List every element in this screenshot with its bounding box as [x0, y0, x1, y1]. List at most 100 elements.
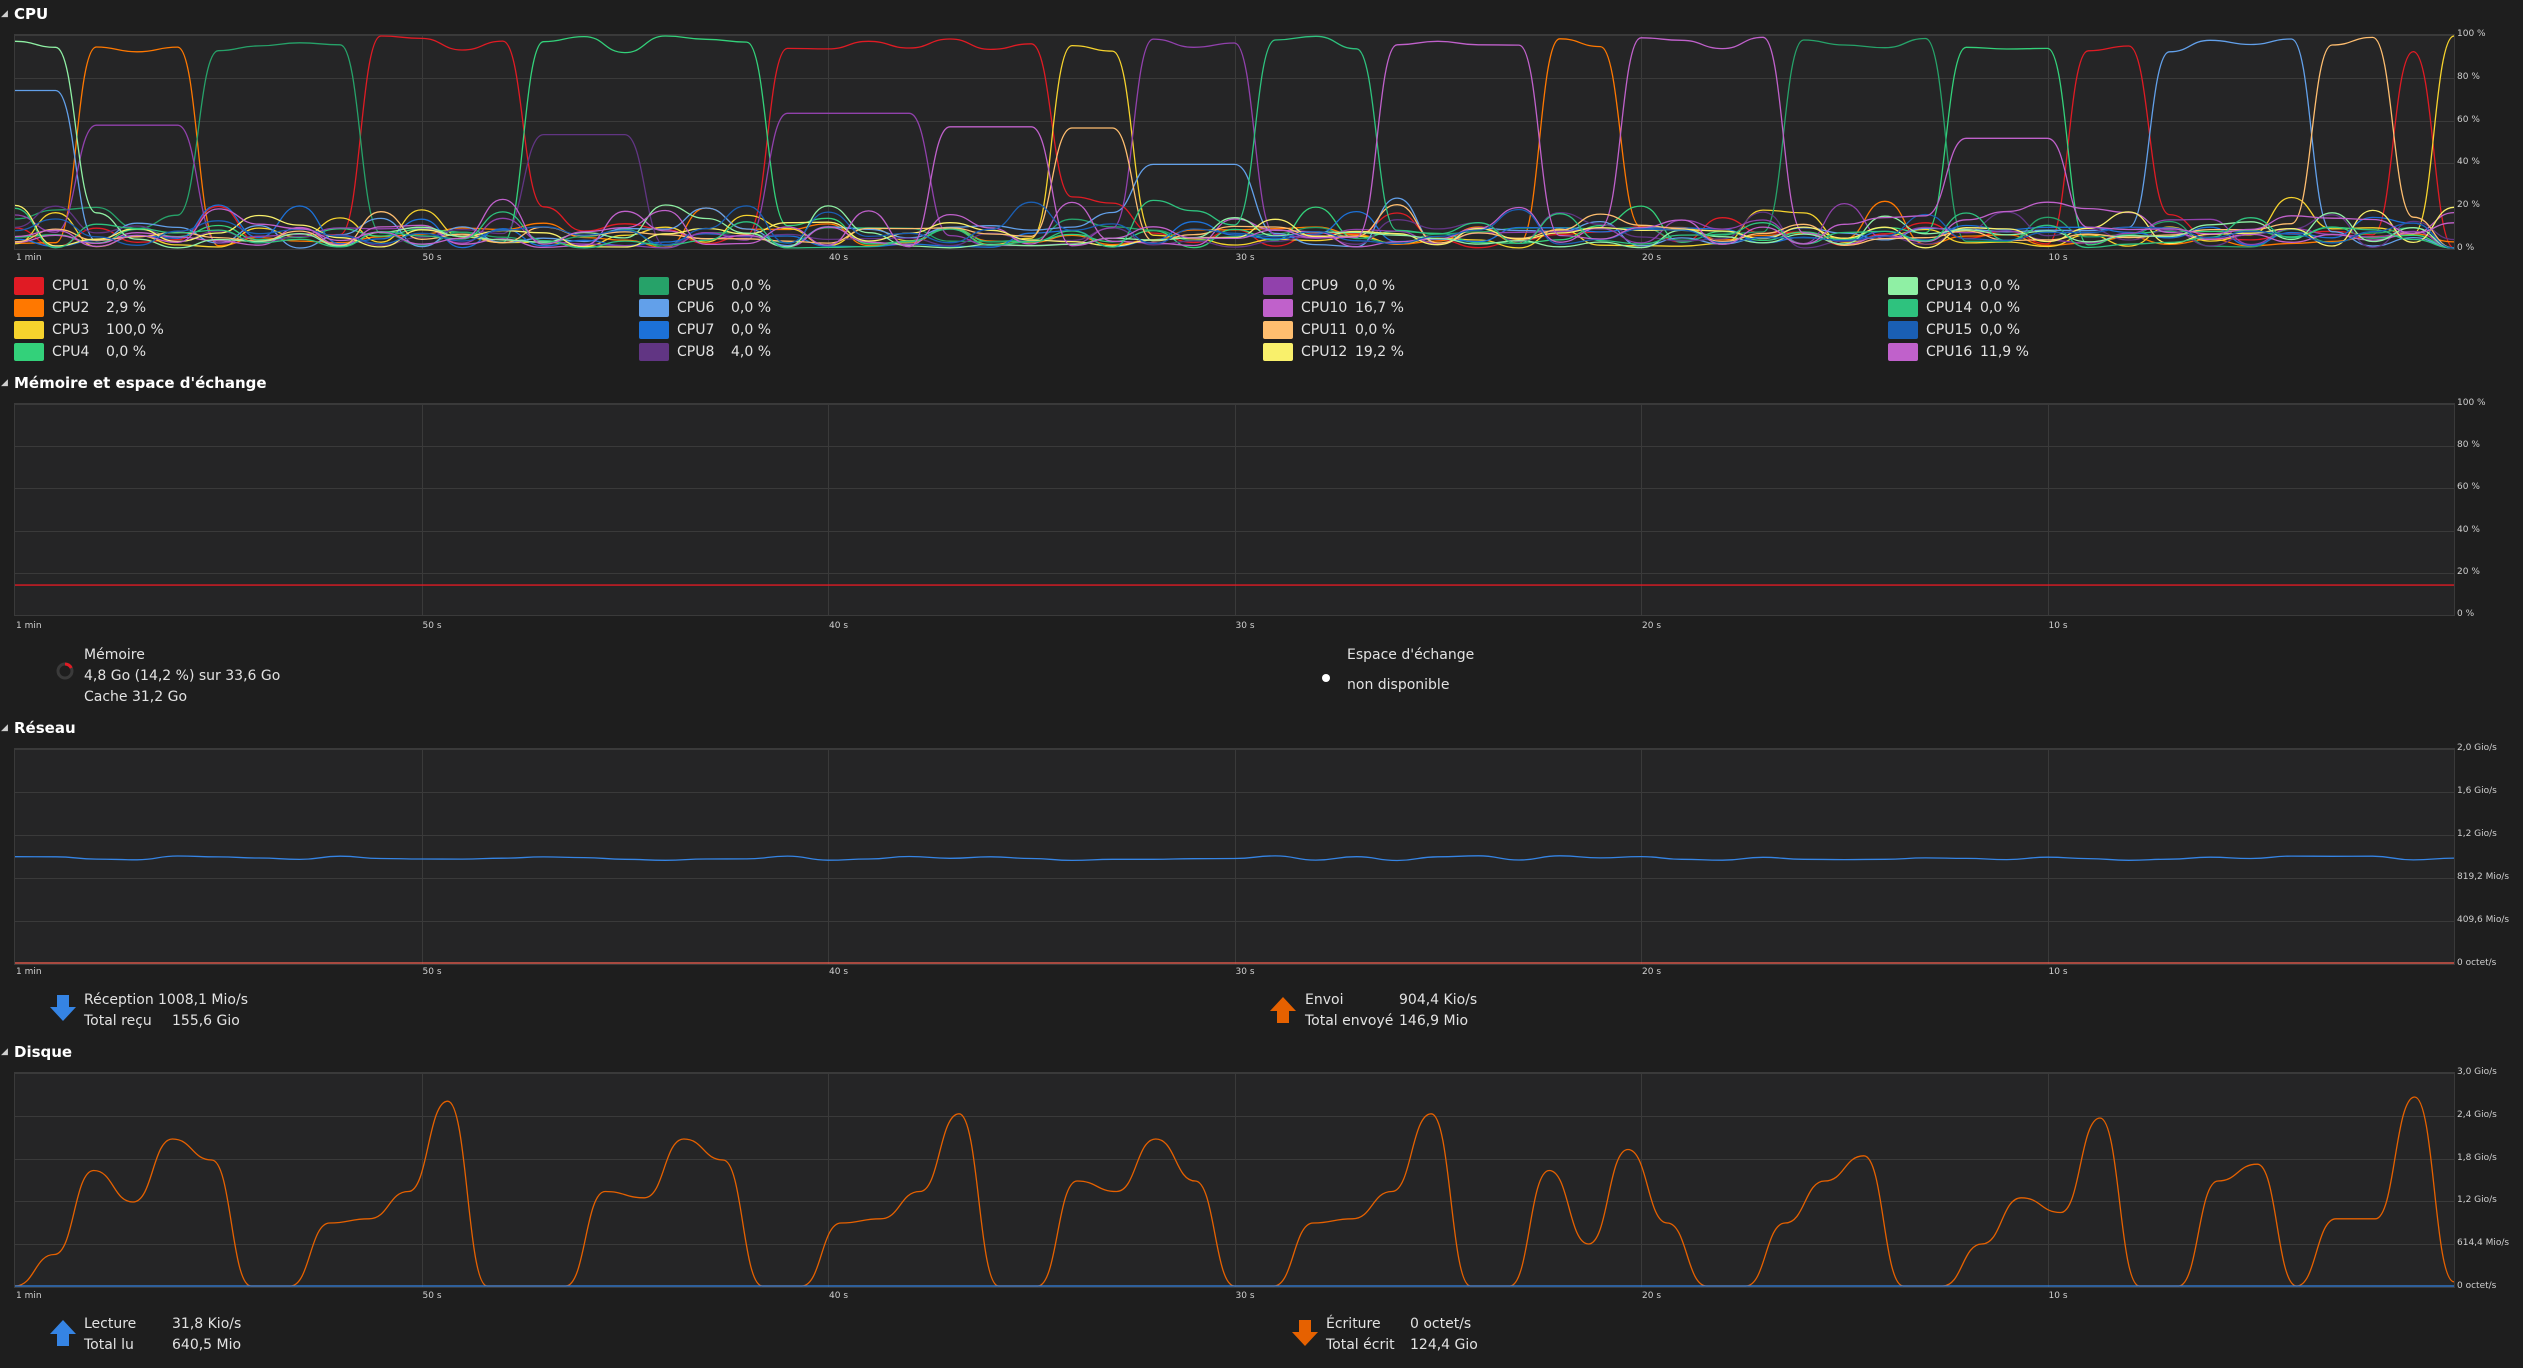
cpu-series-line	[15, 35, 2454, 249]
cpu-color-swatch[interactable]	[14, 321, 44, 339]
cpu-legend-item[interactable]: CPU16 11,9 %	[1888, 342, 2029, 362]
cpu-legend-item[interactable]: CPU3 100,0 %	[14, 320, 164, 340]
send-label: Envoi	[1305, 992, 1344, 1008]
y-tick-label: 819,2 Mio/s	[2457, 872, 2510, 882]
cpu-color-swatch[interactable]	[1888, 321, 1918, 339]
cpu-value: 0,0 %	[106, 344, 147, 360]
send-arrow-up-icon	[1270, 997, 1296, 1023]
cpu-color-swatch[interactable]	[639, 277, 669, 295]
send-total-label: Total envoyé	[1305, 1013, 1394, 1029]
receive-total: 155,6 Gio	[172, 1013, 240, 1029]
cpu-color-swatch[interactable]	[14, 277, 44, 295]
y-tick-label: 60 %	[2457, 482, 2480, 493]
x-tick-label: 30 s	[1235, 967, 1255, 977]
cpu-color-swatch[interactable]	[1263, 343, 1293, 361]
swap-dot-icon	[1322, 674, 1330, 682]
cpu-name: CPU5	[677, 278, 715, 294]
cpu-color-swatch[interactable]	[1888, 299, 1918, 317]
y-tick-label: 1,6 Gio/s	[2457, 786, 2497, 796]
cpu-legend-item[interactable]: CPU10 16,7 %	[1263, 298, 1404, 318]
cpu-series-line	[15, 35, 2454, 249]
memory-info: Mémoire 4,8 Go (14,2 %) sur 33,6 Go Cach…	[84, 645, 280, 708]
swap-label: Espace d'échange	[1347, 647, 1475, 663]
cpu-value: 0,0 %	[1980, 278, 2021, 294]
cpu-value: 2,9 %	[106, 300, 147, 316]
network-section-title: Réseau	[14, 719, 76, 737]
y-tick-label: 2,0 Gio/s	[2457, 743, 2497, 753]
cpu-section-header[interactable]: ◢ CPU	[0, 3, 48, 25]
cpu-legend-item[interactable]: CPU2 2,9 %	[14, 298, 146, 318]
cpu-legend-item[interactable]: CPU14 0,0 %	[1888, 298, 2020, 318]
memory-cache: Cache 31,2 Go	[84, 689, 188, 705]
x-tick-label: 50 s	[422, 621, 442, 631]
cpu-name: CPU12	[1301, 344, 1348, 360]
collapse-triangle-icon: ◢	[1, 1047, 8, 1057]
write-rate: 0 octet/s	[1410, 1316, 1472, 1332]
y-tick-label: 3,0 Gio/s	[2457, 1067, 2497, 1077]
send-rate: 904,4 Kio/s	[1399, 992, 1478, 1008]
cpu-legend-item[interactable]: CPU6 0,0 %	[639, 298, 771, 318]
x-tick-label: 50 s	[422, 1291, 442, 1301]
read-arrow-up-icon	[50, 1320, 76, 1346]
cpu-legend-item[interactable]: CPU7 0,0 %	[639, 320, 771, 340]
cpu-color-swatch[interactable]	[14, 299, 44, 317]
cpu-legend-item[interactable]: CPU12 19,2 %	[1263, 342, 1404, 362]
receive-rate: 1008,1 Mio/s	[158, 992, 248, 1008]
x-tick-label: 1 min	[16, 967, 42, 977]
memory-usage: 4,8 Go (14,2 %) sur 33,6 Go	[84, 668, 281, 684]
y-tick-label: 0 octet/s	[2457, 1281, 2497, 1291]
cpu-color-swatch[interactable]	[14, 343, 44, 361]
cpu-color-swatch[interactable]	[1263, 299, 1293, 317]
cpu-color-swatch[interactable]	[1263, 277, 1293, 295]
cpu-legend-item[interactable]: CPU9 0,0 %	[1263, 276, 1395, 296]
cpu-series-line	[15, 35, 2454, 249]
cpu-legend-item[interactable]: CPU4 0,0 %	[14, 342, 146, 362]
cpu-series-line	[15, 38, 2454, 248]
cpu-series-line	[15, 36, 2454, 249]
x-tick-label: 40 s	[829, 253, 849, 263]
y-tick-label: 40 %	[2457, 157, 2480, 168]
cpu-x-axis: 1 min 50 s 40 s 30 s 20 s 10 s	[14, 253, 2453, 267]
x-tick-label: 30 s	[1235, 1291, 1255, 1301]
cpu-color-swatch[interactable]	[639, 321, 669, 339]
cpu-legend-item[interactable]: CPU5 0,0 %	[639, 276, 771, 296]
x-tick-label: 20 s	[1642, 1291, 1662, 1301]
cpu-color-swatch[interactable]	[1888, 277, 1918, 295]
x-tick-label: 1 min	[16, 1291, 42, 1301]
memory-section-header[interactable]: ◢ Mémoire et espace d'échange	[0, 372, 267, 394]
y-tick-label: 1,8 Gio/s	[2457, 1152, 2497, 1163]
read-label: Lecture	[84, 1316, 137, 1332]
cpu-name: CPU2	[52, 300, 90, 316]
x-tick-label: 40 s	[829, 967, 849, 977]
x-tick-label: 50 s	[422, 967, 442, 977]
cpu-legend-item[interactable]: CPU13 0,0 %	[1888, 276, 2020, 296]
network-history-graph	[14, 748, 2455, 965]
cpu-value: 11,9 %	[1980, 344, 2029, 360]
cpu-name: CPU7	[677, 322, 715, 338]
y-tick-label: 2,4 Gio/s	[2457, 1109, 2497, 1120]
disk-section-header[interactable]: ◢ Disque	[0, 1041, 72, 1063]
y-tick-label: 20 %	[2457, 566, 2480, 577]
network-section-header[interactable]: ◢ Réseau	[0, 717, 76, 739]
cpu-legend-item[interactable]: CPU15 0,0 %	[1888, 320, 2020, 340]
memory-x-axis: 1 min 50 s 40 s 30 s 20 s 10 s	[14, 621, 2453, 635]
y-tick-label: 0 %	[2457, 609, 2475, 619]
cpu-color-swatch[interactable]	[1888, 343, 1918, 361]
x-tick-label: 10 s	[2048, 253, 2068, 263]
disk-write-info: Écriture 0 octet/s Total écrit 124,4 Gio	[1326, 1314, 1478, 1356]
cpu-name: CPU3	[52, 322, 90, 338]
cpu-legend-item[interactable]: CPU11 0,0 %	[1263, 320, 1395, 340]
cpu-color-swatch[interactable]	[639, 299, 669, 317]
receive-arrow-down-icon	[50, 995, 76, 1021]
x-tick-label: 50 s	[422, 253, 442, 263]
cpu-legend-item[interactable]: CPU8 4,0 %	[639, 342, 771, 362]
cpu-value: 0,0 %	[1355, 322, 1396, 338]
y-tick-label: 60 %	[2457, 114, 2480, 125]
cpu-value: 0,0 %	[1980, 322, 2021, 338]
memory-section-title: Mémoire et espace d'échange	[14, 374, 267, 392]
cpu-color-swatch[interactable]	[639, 343, 669, 361]
x-tick-label: 30 s	[1235, 621, 1255, 631]
y-tick-label: 100 %	[2457, 29, 2486, 39]
cpu-color-swatch[interactable]	[1263, 321, 1293, 339]
cpu-legend-item[interactable]: CPU1 0,0 %	[14, 276, 146, 296]
